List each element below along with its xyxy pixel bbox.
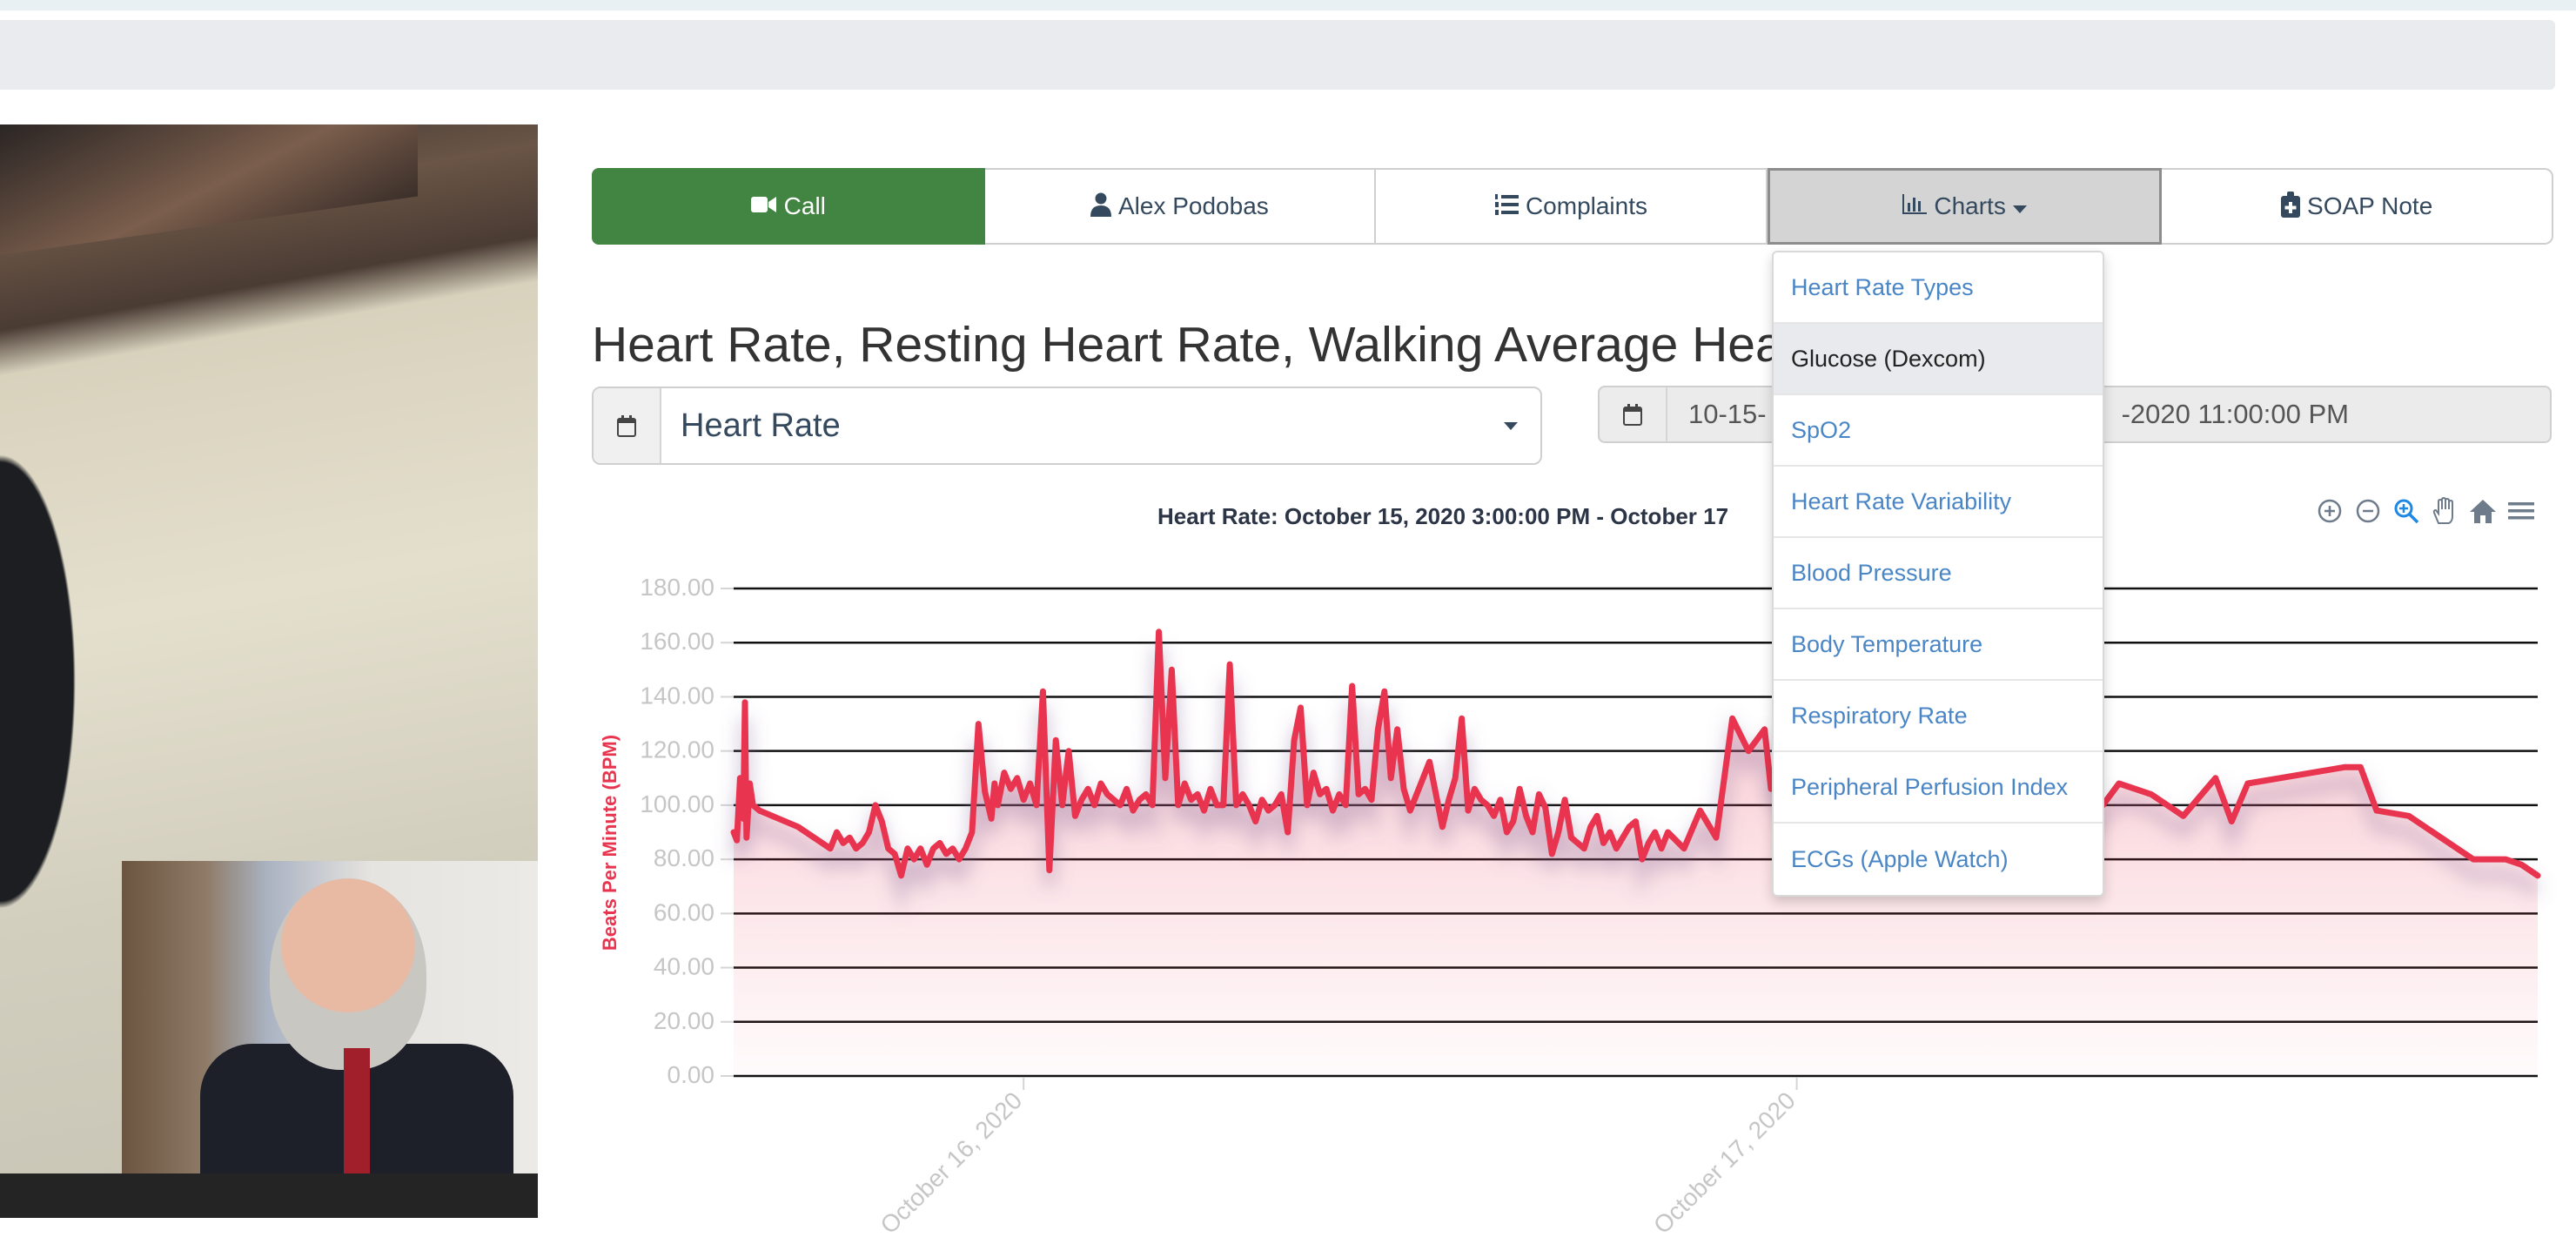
y-tick-label: 0.00: [667, 1061, 715, 1088]
caret-down-icon: [2012, 195, 2027, 218]
tab-patient[interactable]: Alex Podobas: [984, 168, 1377, 245]
zoom-in-icon[interactable]: [2315, 496, 2345, 526]
chart-toolbar: [2315, 496, 2536, 526]
menu-item-spo2[interactable]: SpO2: [1774, 395, 2103, 467]
y-tick-label: 180.00: [640, 574, 714, 601]
charts-dropdown-menu: Heart Rate Types Glucose (Dexcom) SpO2 H…: [1772, 251, 2104, 897]
y-tick-label: 80.00: [654, 844, 714, 871]
tab-soap-note[interactable]: SOAP Note: [2162, 168, 2553, 245]
medical-clipboard-icon: [2281, 192, 2301, 221]
menu-item-ecgs-apple-watch[interactable]: ECGs (Apple Watch): [1774, 824, 2103, 895]
local-video-tie: [344, 1048, 370, 1174]
local-video: [122, 861, 538, 1174]
top-strip: [0, 0, 2576, 10]
tab-charts-label: Charts: [1934, 192, 2006, 219]
menu-item-heart-rate-variability[interactable]: Heart Rate Variability: [1774, 467, 2103, 538]
y-axis-label: Beats Per Minute (BPM): [599, 735, 621, 951]
tab-call-label: Call: [783, 192, 826, 219]
tab-charts[interactable]: Charts: [1767, 168, 2163, 245]
nav-tabs: Call Alex Podobas Complaints Charts SOAP…: [592, 168, 2553, 245]
y-tick-label: 20.00: [654, 1007, 714, 1034]
tab-call[interactable]: Call: [592, 168, 985, 245]
date-range-end: -2020 11:00:00 PM: [2121, 399, 2349, 429]
chevron-down-icon: [1504, 421, 1518, 430]
y-tick-label: 60.00: [654, 898, 714, 925]
calendar-icon: [594, 388, 661, 463]
metric-select[interactable]: Heart Rate: [592, 387, 1542, 465]
menu-item-respiratory-rate[interactable]: Respiratory Rate: [1774, 681, 2103, 752]
menu-item-glucose-dexcom[interactable]: Glucose (Dexcom): [1774, 324, 2103, 395]
menu-item-peripheral-perfusion-index[interactable]: Peripheral Perfusion Index: [1774, 752, 2103, 824]
selection-zoom-icon[interactable]: [2392, 496, 2421, 526]
menu-item-heart-rate-types[interactable]: Heart Rate Types: [1774, 252, 2103, 324]
local-video-face: [270, 878, 426, 1070]
y-tick-label: 100.00: [640, 790, 714, 817]
metric-select-value: Heart Rate: [681, 407, 841, 444]
chart-title: Heart Rate: October 15, 2020 3:00:00 PM …: [1157, 503, 1729, 529]
zoom-out-icon[interactable]: [2353, 496, 2383, 526]
y-tick-label: 160.00: [640, 628, 714, 655]
x-tick-label: October 16, 2020: [875, 1086, 1027, 1239]
remote-video-picture-frame: [0, 124, 418, 255]
date-range-start: 10-15-: [1688, 399, 1767, 429]
y-tick-label: 120.00: [640, 736, 714, 763]
y-tick-label: 140.00: [640, 682, 714, 709]
tab-patient-label: Alex Podobas: [1117, 192, 1269, 219]
calendar-icon: [1600, 387, 1667, 441]
pan-hand-icon[interactable]: [2430, 496, 2459, 526]
video-controls-bar: [0, 1173, 538, 1218]
tab-soap-note-label: SOAP Note: [2307, 192, 2433, 219]
y-tick-label: 40.00: [654, 953, 714, 980]
menu-item-body-temperature[interactable]: Body Temperature: [1774, 609, 2103, 681]
video-call-panel: [0, 124, 538, 1218]
menu-item-blood-pressure[interactable]: Blood Pressure: [1774, 538, 2103, 609]
page-title: Heart Rate, Resting Heart Rate, Walking …: [592, 317, 1783, 373]
numbered-list-icon: [1494, 193, 1519, 219]
tab-complaints[interactable]: Complaints: [1376, 168, 1768, 245]
video-camera-icon: [750, 195, 777, 218]
user-icon: [1090, 192, 1111, 220]
menu-icon[interactable]: [2506, 496, 2536, 526]
reset-home-icon[interactable]: [2468, 496, 2498, 526]
heart-rate-chart[interactable]: 0.00 20.00 40.00 60.00 80.00 100.00 120.00 140.…: [592, 557, 2576, 1244]
bar-chart-icon: [1902, 194, 1928, 219]
tab-complaints-label: Complaints: [1525, 192, 1648, 219]
header-bar: [0, 20, 2555, 90]
x-tick-label: October 17, 2020: [1648, 1086, 1801, 1239]
